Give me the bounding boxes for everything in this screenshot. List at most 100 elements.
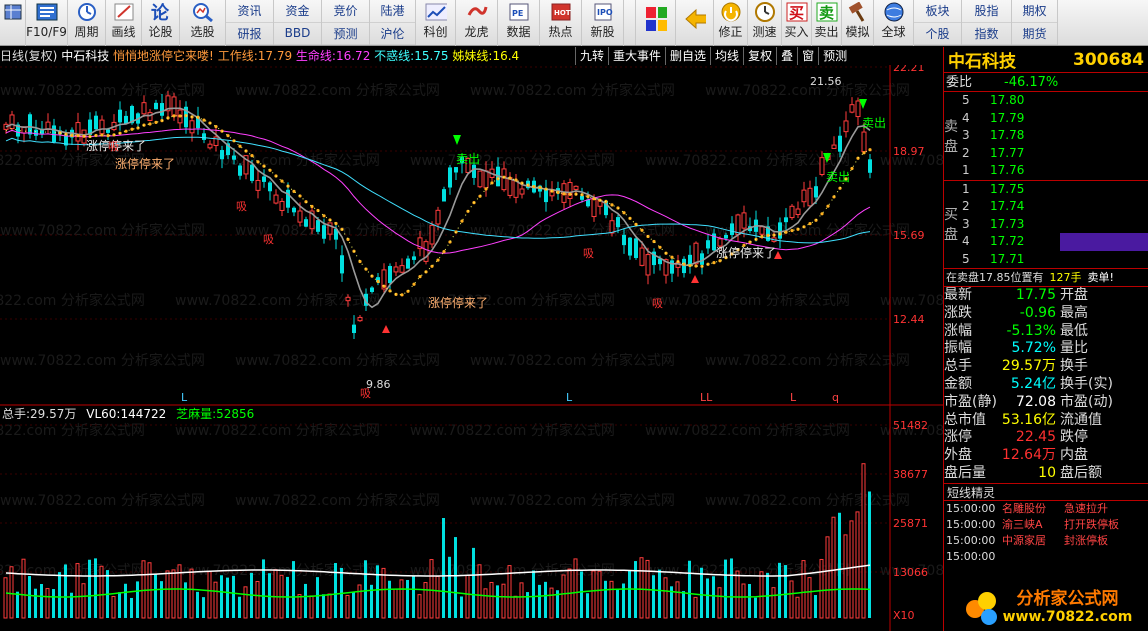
- volume-bar: [544, 581, 547, 618]
- tab-major-events[interactable]: 重大事件: [608, 47, 666, 65]
- toolbar-draw-button[interactable]: 画线: [106, 0, 142, 46]
- candle-body: [171, 96, 177, 117]
- ask-row[interactable]: 2 17.77: [962, 145, 1148, 163]
- toolbar-globe-button[interactable]: 全球: [874, 0, 914, 46]
- toolbar-dragon-tiger-button[interactable]: 龙虎: [456, 0, 498, 46]
- volume-bar: [801, 560, 806, 619]
- tab-remove-watchlist[interactable]: 删自选: [665, 47, 711, 65]
- toolbar-sell-button[interactable]: 卖 卖出: [812, 0, 842, 46]
- toolbar-discuss-button[interactable]: 论 论股: [142, 0, 180, 46]
- sister-dot: [562, 192, 566, 196]
- ask-row[interactable]: 4 17.79: [962, 110, 1148, 128]
- volume-bar: [682, 591, 685, 618]
- toolbar-f10-button[interactable]: F10/F9: [26, 0, 68, 46]
- stat-key-2: 市盈(动): [1060, 393, 1113, 410]
- candle-body: [250, 164, 254, 181]
- data-icon: PE: [508, 2, 530, 22]
- candle-body: [154, 102, 158, 110]
- volume-bar: [111, 596, 116, 619]
- ask-row[interactable]: 3 17.78: [962, 127, 1148, 145]
- toolbar-index-button[interactable]: 指数: [962, 23, 1011, 45]
- ask-row[interactable]: 1 17.76: [962, 162, 1148, 180]
- toolbar-london-connect-button[interactable]: 沪伦: [370, 23, 415, 45]
- volume-bar: [130, 597, 133, 618]
- toolbar-buy-button[interactable]: 买 买入: [782, 0, 812, 46]
- stock-name-header: 中石科技: [948, 52, 1016, 72]
- candle-body: [297, 210, 303, 223]
- toolbar-forecast-button[interactable]: 预测: [322, 23, 369, 45]
- toolbar-bbd-button[interactable]: BBD: [274, 23, 321, 45]
- toolbar-hotspot-button[interactable]: HOT 热点: [540, 0, 582, 46]
- tab-forecast[interactable]: 预测: [818, 47, 852, 65]
- toolbar-hk-connect-button[interactable]: 陆港: [370, 0, 415, 23]
- toolbar-stock-button[interactable]: 个股: [914, 23, 961, 45]
- toolbar-options-button[interactable]: 期权: [1012, 0, 1057, 23]
- toolbar-auction-button[interactable]: 竞价: [322, 0, 369, 23]
- toolbar-data-button[interactable]: PE 数据: [498, 0, 540, 46]
- bid-price: 17.74: [990, 199, 1025, 213]
- volume-bar: [501, 583, 506, 619]
- toolbar-simulate-label: 模拟: [845, 25, 870, 39]
- volume-bar: [58, 572, 61, 618]
- toolbar-back-button[interactable]: [676, 0, 714, 46]
- ask-level: 2: [962, 145, 970, 160]
- news-item[interactable]: 15:00:00: [944, 549, 1148, 565]
- svg-text:HOT: HOT: [554, 9, 571, 17]
- tab-adjust[interactable]: 复权: [743, 47, 777, 65]
- bid-row[interactable]: 5 17.71: [962, 251, 1148, 269]
- toolbar-stock-index-button[interactable]: 股指: [962, 0, 1011, 23]
- news-item[interactable]: 15:00:00 渝三峡A 打开跌停板: [944, 517, 1148, 533]
- l-marker-4: L: [790, 391, 797, 404]
- toolbar-simulate-button[interactable]: 模拟: [842, 0, 874, 46]
- toolbar-funds-button[interactable]: 资金: [274, 0, 321, 23]
- sister-dot: [418, 275, 422, 279]
- toolbar-kechuang-button[interactable]: 科创: [416, 0, 456, 46]
- candle-body: [406, 258, 410, 269]
- toolbar-ipo-button[interactable]: IPO 新股: [582, 0, 624, 46]
- sister-dot: [856, 156, 860, 160]
- work-line-value: 17.79: [257, 49, 293, 63]
- toolbar-windows-button[interactable]: [636, 0, 676, 46]
- toolbar-fix-label: 修正: [718, 25, 743, 39]
- toolbar-fix-button[interactable]: 修正: [714, 0, 748, 46]
- volume-bar: [795, 596, 800, 619]
- volume-bar: [226, 577, 229, 618]
- toolbar-speed-test-button[interactable]: 测速: [748, 0, 782, 46]
- volume-axis-1: 51482: [893, 419, 928, 432]
- bid-row[interactable]: 2 17.74: [962, 198, 1148, 216]
- volume-bar: [532, 570, 535, 618]
- stat-key: 外盘: [944, 447, 972, 464]
- volume-axis-3: 25871: [893, 517, 928, 530]
- watermark-text: www.70822.com 分析家公式网: [235, 82, 440, 99]
- toolbar-research-button[interactable]: 研报: [226, 23, 273, 45]
- toolbar-select-stock-button[interactable]: 选股: [180, 0, 226, 46]
- watermark-text: www.70822.com 分析家公式网: [705, 492, 910, 509]
- toolbar-period-button[interactable]: 周期: [68, 0, 106, 46]
- news-item[interactable]: 15:00:00 名雕股份 急速拉升: [944, 501, 1148, 517]
- volume-bar: [652, 575, 655, 618]
- toolbar-grid-button[interactable]: [0, 0, 26, 46]
- news-item[interactable]: 15:00:00 中源家居 封涨停板: [944, 533, 1148, 549]
- ask-row[interactable]: 5 17.80: [962, 92, 1148, 110]
- sister-line-name: 姊妹线:: [452, 49, 493, 63]
- volume-bar: [597, 570, 602, 619]
- toolbar-futures-button[interactable]: 期货: [1012, 23, 1057, 45]
- bid-row[interactable]: 1 17.75: [962, 181, 1148, 199]
- sister-dot: [130, 127, 134, 131]
- bid-row[interactable]: 3 17.73: [962, 216, 1148, 234]
- tab-jiuzhuan[interactable]: 九转: [575, 47, 609, 65]
- sister-dot: [442, 250, 446, 254]
- volume-bar: [94, 558, 97, 618]
- watermark-text: www.70822.com 分析家公式网: [235, 492, 440, 509]
- tab-moving-average[interactable]: 均线: [710, 47, 744, 65]
- bid-row[interactable]: 4 17.72: [962, 233, 1148, 251]
- bid-level: 3: [962, 216, 970, 231]
- simulate-icon: [847, 2, 869, 22]
- toolbar-sector-button[interactable]: 板块: [914, 0, 961, 23]
- tab-overlay[interactable]: 叠: [776, 47, 798, 65]
- toolbar-news-button[interactable]: 资讯: [226, 0, 273, 23]
- volume-bar: [814, 595, 817, 618]
- period-icon: [76, 2, 98, 22]
- tab-window[interactable]: 窗: [797, 47, 819, 65]
- kline-chart[interactable]: www.70822.com 分析家公式网 www.70822.com 分析家公式网…: [0, 65, 943, 631]
